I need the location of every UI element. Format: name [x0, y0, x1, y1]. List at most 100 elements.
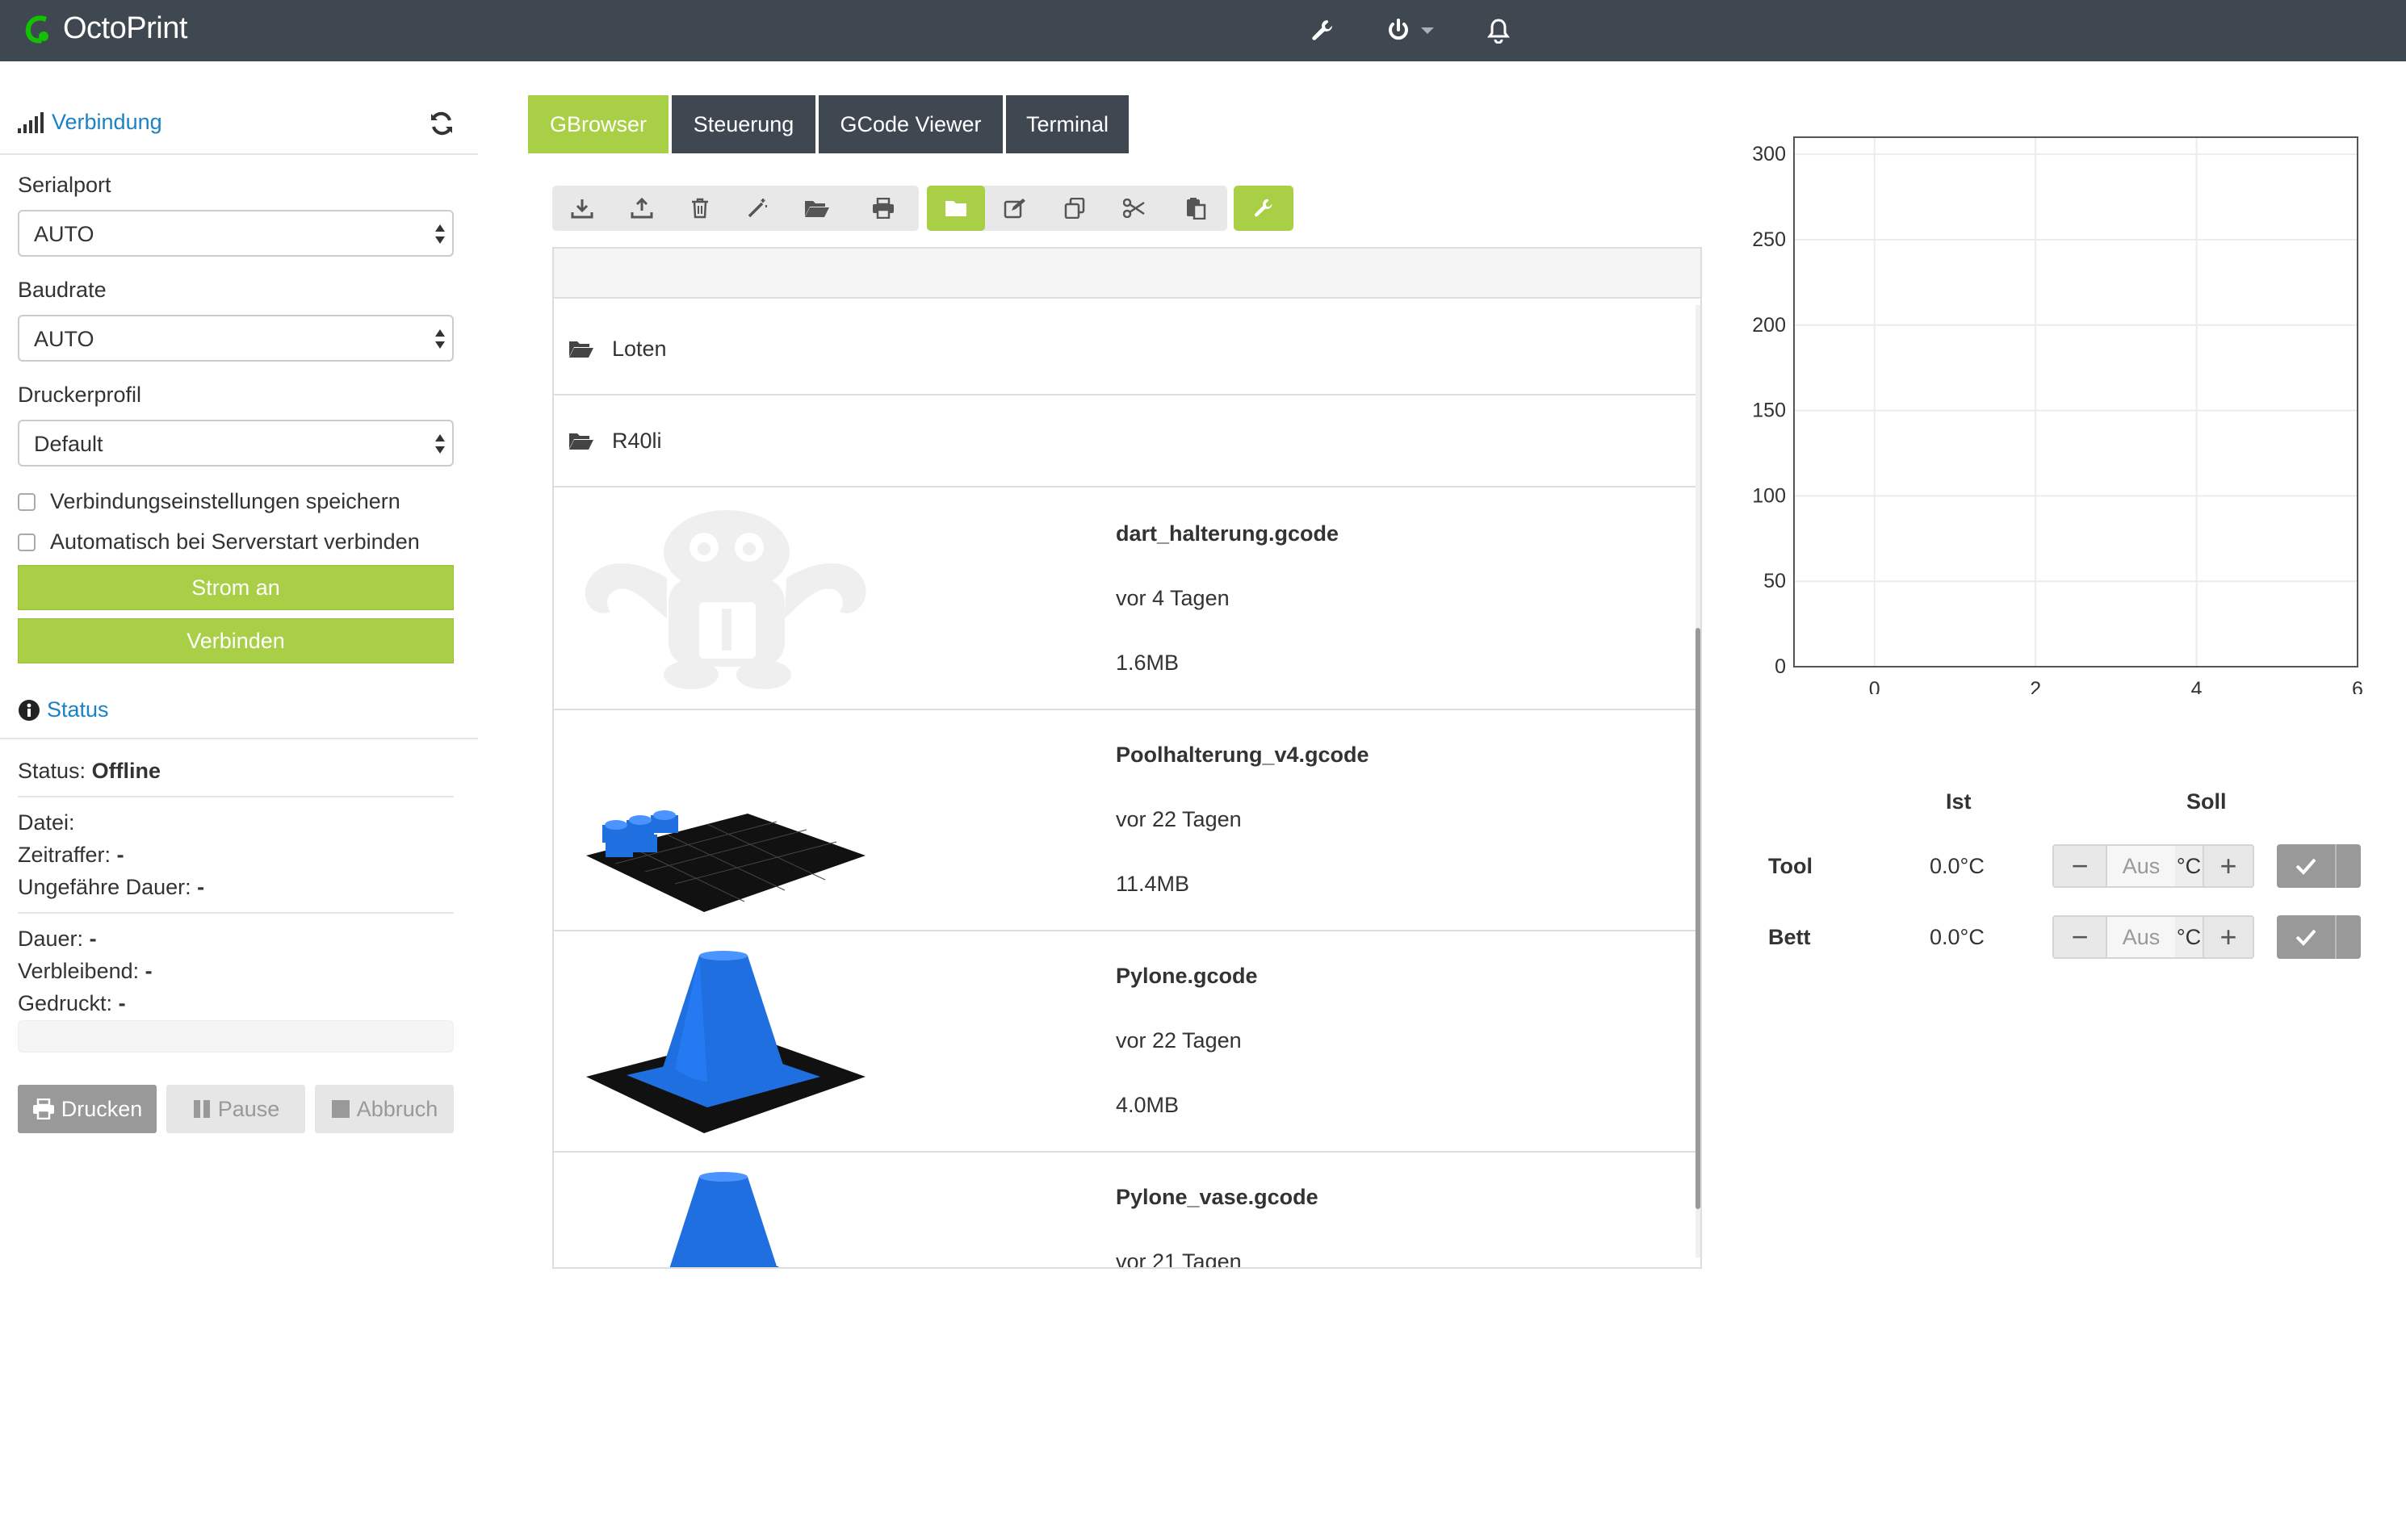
y-tick-label: 200	[1752, 314, 1786, 337]
checkbox-box[interactable]	[18, 492, 36, 511]
connection-header[interactable]: Verbindung	[18, 110, 162, 135]
tool-label: Tool	[1768, 854, 1813, 878]
bed-target-value[interactable]: Aus	[2107, 917, 2175, 957]
cancel-button[interactable]: Abbruch	[315, 1085, 454, 1133]
trash-icon[interactable]	[672, 186, 728, 231]
settings-button[interactable]	[1234, 186, 1293, 231]
folder-row-r40li[interactable]: R40li	[554, 395, 1696, 488]
folder-open-icon	[569, 433, 593, 450]
plus-icon[interactable]: +	[2203, 917, 2253, 957]
checkmark-icon[interactable]	[2277, 915, 2337, 959]
print-bed-thumbnail	[669, 1172, 780, 1267]
tool-target-value[interactable]: Aus	[2107, 846, 2175, 886]
file-name: Poolhalterung_v4.gcode	[1116, 743, 1369, 767]
tab-steuerung[interactable]: Steuerung	[672, 95, 815, 153]
folder-row-loten[interactable]: Loten	[554, 303, 1696, 395]
tool-set-button[interactable]	[2277, 844, 2361, 888]
file-age: vor 21 Tagen	[1116, 1249, 1242, 1269]
timelapse-line: Zeitraffer: -	[18, 843, 124, 868]
pause-icon	[193, 1100, 210, 1118]
tool-dropdown-toggle[interactable]	[2337, 844, 2361, 888]
printer-profile-select[interactable]: Default	[18, 420, 454, 467]
remaining-line: Verbleibend: -	[18, 959, 153, 984]
power-icon[interactable]	[1382, 15, 1415, 47]
wrench-icon[interactable]	[1234, 186, 1293, 231]
baudrate-label: Baudrate	[18, 278, 107, 302]
print-bed-thumbnail	[586, 951, 866, 1133]
status-title[interactable]: Status	[47, 697, 109, 722]
minus-icon[interactable]: −	[2054, 917, 2107, 957]
folder-name: R40li	[612, 428, 662, 453]
print-button[interactable]: Drucken	[18, 1085, 157, 1133]
x-tick-label: 6	[2352, 678, 2363, 694]
download-icon[interactable]	[552, 186, 612, 231]
print-bed-thumbnail	[586, 810, 866, 912]
printer-profile-label: Druckerprofil	[18, 383, 142, 407]
bed-actual: 0.0°C	[1930, 925, 1985, 949]
save-settings-checkbox[interactable]: Verbindungseinstellungen speichern	[18, 489, 400, 514]
status-header[interactable]: Status	[18, 697, 109, 722]
remaining-label: Verbleibend:	[18, 959, 140, 983]
file-age: vor 22 Tagen	[1116, 807, 1242, 831]
file-browser-header	[554, 249, 1700, 299]
serialport-select[interactable]: AUTO	[18, 210, 454, 257]
magic-wand-icon[interactable]	[728, 186, 786, 231]
est-duration-value: -	[197, 875, 205, 899]
baudrate-select[interactable]: AUTO	[18, 315, 454, 362]
power-menu-caret-icon[interactable]	[1421, 27, 1434, 34]
duration-value: -	[89, 927, 97, 951]
y-tick-label: 250	[1752, 228, 1786, 251]
printer-profile-value: Default	[34, 432, 103, 456]
file-row-dart-halterung[interactable]: dart_halterung.gcode vor 4 Tagen 1.6MB	[554, 489, 1696, 710]
folder-icon[interactable]	[927, 186, 985, 231]
refresh-icon[interactable]	[428, 110, 455, 143]
file-name: Pylone_vase.gcode	[1116, 1185, 1318, 1209]
bell-icon[interactable]	[1482, 15, 1515, 47]
signal-icon	[18, 111, 44, 133]
wrench-icon[interactable]	[1306, 15, 1339, 47]
brand[interactable]: OctoPrint	[23, 11, 187, 46]
timelapse-value: -	[116, 843, 124, 867]
connection-title[interactable]: Verbindung	[52, 110, 162, 135]
edit-icon[interactable]	[985, 186, 1045, 231]
file-row-poolhalterung[interactable]: Poolhalterung_v4.gcode vor 22 Tagen 11.4…	[554, 710, 1696, 931]
save-settings-label: Verbindungseinstellungen speichern	[50, 489, 400, 513]
x-tick-label: 2	[2030, 678, 2041, 694]
tool-target-input[interactable]: − Aus °C +	[2052, 844, 2254, 888]
y-tick-label: 0	[1775, 655, 1786, 678]
scrollbar-thumb[interactable]	[1696, 628, 1700, 1209]
copy-icon[interactable]	[1045, 186, 1104, 231]
auto-connect-checkbox[interactable]: Automatisch bei Serverstart verbinden	[18, 529, 420, 554]
tab-gcode-viewer[interactable]: GCode Viewer	[819, 95, 1003, 153]
select-arrows-icon	[434, 223, 446, 247]
tab-terminal[interactable]: Terminal	[1006, 95, 1129, 153]
checkmark-icon[interactable]	[2277, 844, 2337, 888]
bed-target-input[interactable]: − Aus °C +	[2052, 915, 2254, 959]
file-name: dart_halterung.gcode	[1116, 521, 1339, 546]
plot-frame	[1793, 136, 2358, 667]
paste-icon[interactable]	[1164, 186, 1227, 231]
connect-button[interactable]: Verbinden	[18, 618, 454, 663]
tab-gbrowser[interactable]: GBrowser	[528, 95, 669, 153]
scissors-icon[interactable]	[1104, 186, 1164, 231]
folder-open-icon[interactable]	[786, 186, 848, 231]
bed-dropdown-toggle[interactable]	[2337, 915, 2361, 959]
checkbox-box[interactable]	[18, 533, 36, 551]
tool-target-unit: °C	[2175, 846, 2203, 886]
bed-set-button[interactable]	[2277, 915, 2361, 959]
file-row-pylone-vase[interactable]: Pylone_vase.gcode vor 21 Tagen	[554, 1153, 1696, 1269]
print-icon[interactable]	[848, 186, 919, 231]
bed-target-unit: °C	[2175, 917, 2203, 957]
plus-icon[interactable]: +	[2203, 846, 2253, 886]
file-row-pylone[interactable]: Pylone.gcode vor 22 Tagen 4.0MB	[554, 931, 1696, 1153]
upload-icon[interactable]	[612, 186, 672, 231]
progress-bar	[18, 1020, 454, 1052]
power-on-button[interactable]: Strom an	[18, 565, 454, 610]
minus-icon[interactable]: −	[2054, 846, 2107, 886]
status-value: Offline	[91, 759, 161, 783]
pause-button[interactable]: Pause	[166, 1085, 305, 1133]
octoprint-logo-icon	[25, 15, 48, 43]
auto-connect-label: Automatisch bei Serverstart verbinden	[50, 529, 420, 554]
file-browser-panel: Loten R40li dart_halterung.gcode vor 4 T…	[552, 247, 1702, 1269]
y-tick-label: 150	[1752, 400, 1786, 422]
